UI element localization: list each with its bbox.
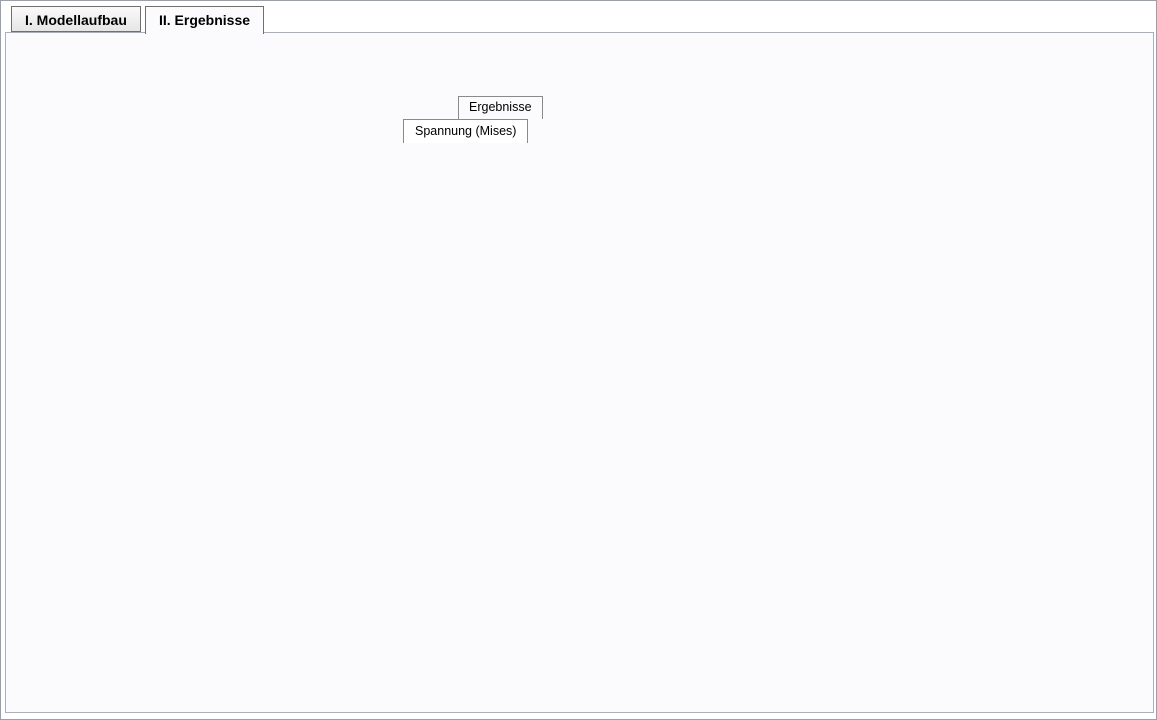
tab-modellaufbau[interactable]: I. Modellaufbau xyxy=(11,6,141,32)
tab-ergebnisse[interactable]: II. Ergebnisse xyxy=(145,6,264,34)
app-window: I. Modellaufbau II. Ergebnisse i Letzte … xyxy=(0,0,1157,720)
viewer-tab-ergebnisse[interactable]: Ergebnisse xyxy=(458,96,543,119)
content-card xyxy=(5,32,1154,713)
subtab-spannung-mises[interactable]: Spannung (Mises) xyxy=(403,119,528,143)
